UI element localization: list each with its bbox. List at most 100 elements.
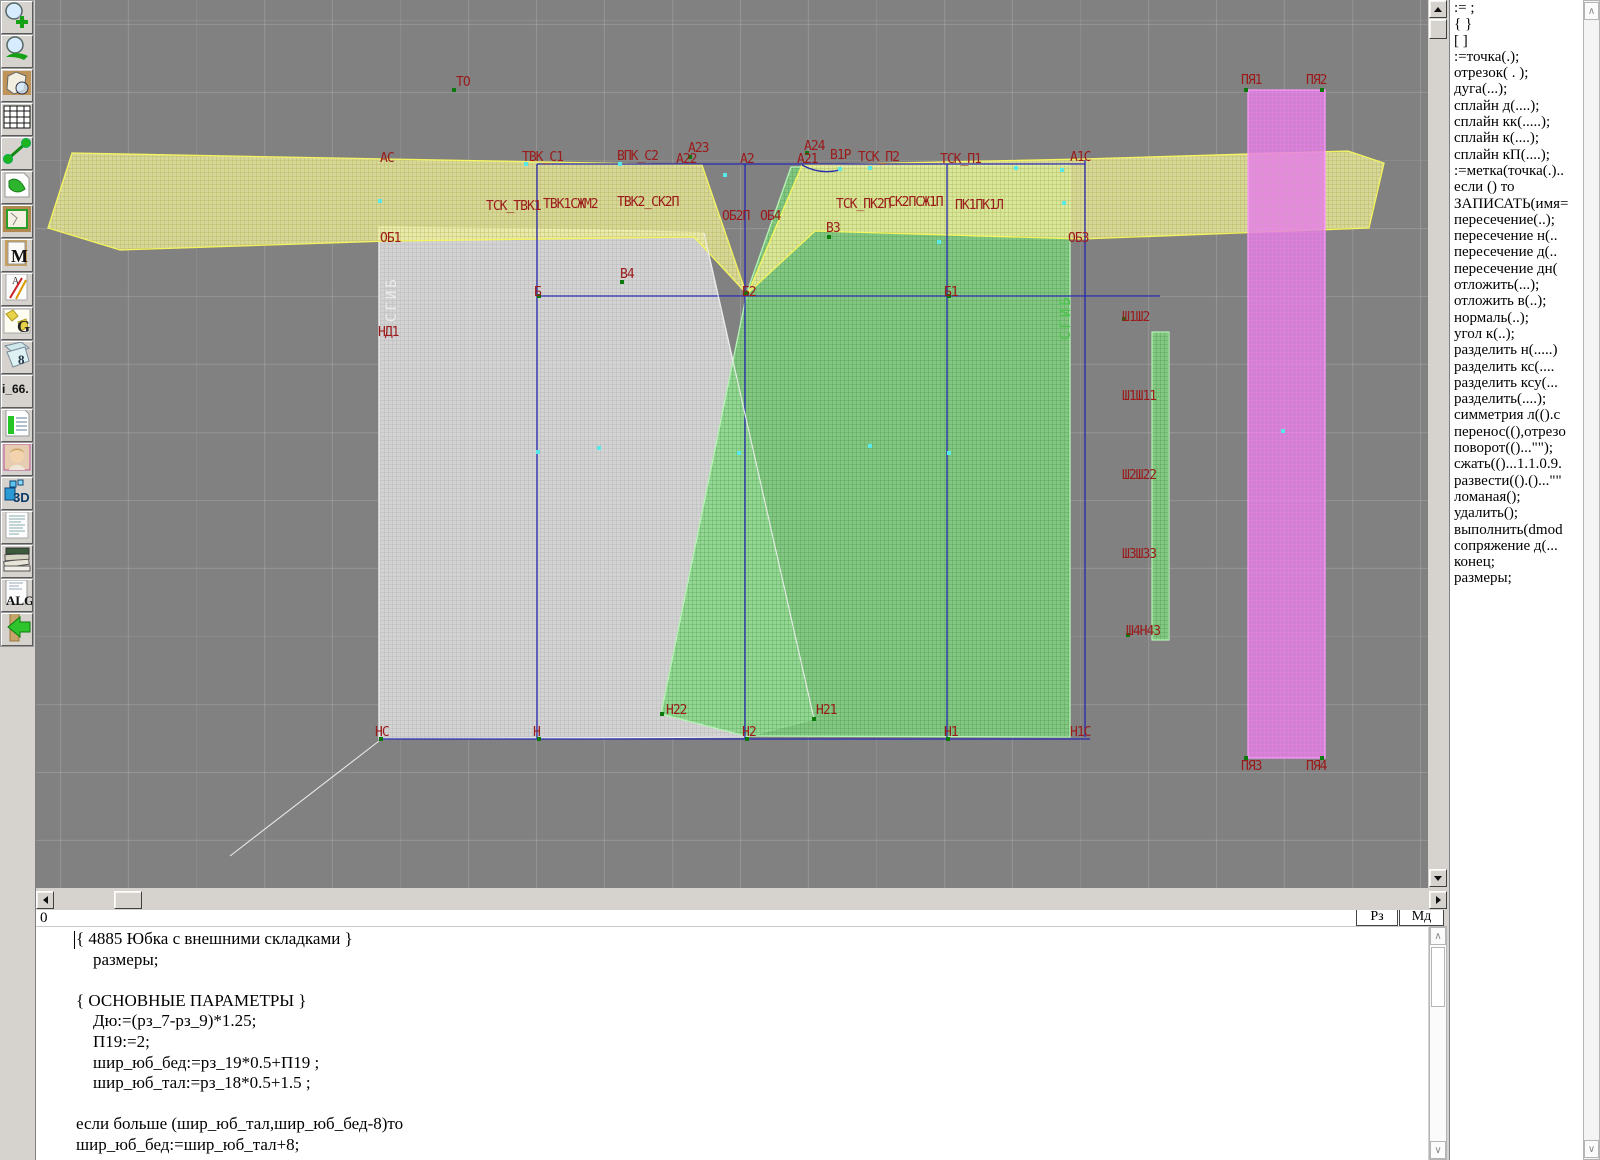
m-document-icon: M <box>2 239 32 272</box>
editor-text: { 4885 Юбка с внешними складками } разме… <box>36 927 1428 1156</box>
toolbar-button-pattern-piece[interactable] <box>1 205 33 238</box>
command-item[interactable]: пересечение д(.. <box>1450 244 1583 260</box>
command-item[interactable]: удалить(); <box>1450 505 1583 521</box>
text-caret <box>74 931 75 949</box>
toolbar-button-i66[interactable]: i_66. <box>1 375 33 408</box>
toolbar-button-map-page[interactable] <box>1 171 33 204</box>
command-item[interactable]: перенос((),отрезо <box>1450 424 1583 440</box>
toolbar-button-measure[interactable] <box>1 137 33 170</box>
chevron-down-icon: ∨ <box>1588 1144 1595 1155</box>
pattern-point-label: ОБ1 <box>380 232 400 245</box>
pattern-point-label: СГИБ <box>1060 294 1073 340</box>
pattern-drawing <box>36 0 1428 888</box>
belt-strip-piece[interactable] <box>1152 332 1169 640</box>
map-page-icon <box>2 171 32 204</box>
command-item[interactable]: пересечение н(.. <box>1450 228 1583 244</box>
editor-scroll-up-button[interactable]: ∧ <box>1430 927 1446 945</box>
pleat-strip-piece[interactable] <box>1248 90 1325 758</box>
command-item[interactable]: сплайн кП(....); <box>1450 147 1583 163</box>
scroll-down-button[interactable] <box>1429 869 1447 887</box>
pattern-point-label: Н22 <box>666 704 686 717</box>
command-item[interactable]: сплайн д(....); <box>1450 98 1583 114</box>
toolbar-button-photo[interactable] <box>1 443 33 476</box>
toolbar-button-g-map[interactable]: G <box>1 307 33 340</box>
status-row: 0 Рз Мд <box>36 910 1428 926</box>
command-item[interactable]: отложить в(..); <box>1450 293 1583 309</box>
toolbar-button-m-document[interactable]: M <box>1 239 33 272</box>
command-item[interactable]: выполнить(dmod <box>1450 522 1583 538</box>
command-item[interactable]: пересечение дн( <box>1450 261 1583 277</box>
command-item[interactable]: разделить(....); <box>1450 391 1583 407</box>
command-item[interactable]: :=метка(точка(.).. <box>1450 163 1583 179</box>
toolbar-button-grid[interactable] <box>1 103 33 136</box>
command-panel: := ;{ }[ ]:=точка(.);отрезок( . );дуга(.… <box>1449 0 1583 1160</box>
pattern-point-label: ОБ3 <box>1068 232 1088 245</box>
pattern-point-label: ПЯ4 <box>1306 760 1326 773</box>
command-item[interactable]: [ ] <box>1450 33 1583 49</box>
rz-button[interactable]: Рз <box>1356 908 1398 926</box>
command-item[interactable]: ломаная(); <box>1450 489 1583 505</box>
toolbar-button-table-chart[interactable] <box>1 409 33 442</box>
hscroll-thumb[interactable] <box>114 891 142 909</box>
editor-scroll-down-button[interactable]: ∨ <box>1430 1141 1446 1159</box>
pattern-point-label: Н21 <box>816 704 836 717</box>
command-item[interactable]: сопряжение д(... <box>1450 538 1583 554</box>
toolbar-button-pattern-preview[interactable] <box>1 69 33 102</box>
toolbar-button-exit[interactable] <box>1 613 33 646</box>
command-item[interactable]: нормаль(..); <box>1450 310 1583 326</box>
command-item[interactable]: :=точка(.); <box>1450 49 1583 65</box>
arrow-up-icon <box>1434 7 1442 12</box>
toolbar-button-drawing-tools[interactable]: А <box>1 273 33 306</box>
command-item[interactable]: отрезок( . ); <box>1450 65 1583 81</box>
command-item[interactable]: сплайн кк(.....); <box>1450 114 1583 130</box>
toolbar-button-3d[interactable]: 3D <box>1 477 33 510</box>
toolbar-button-books[interactable] <box>1 545 33 578</box>
command-item[interactable]: := ; <box>1450 0 1583 16</box>
alg-icon: ALG <box>2 579 32 612</box>
scroll-right-button[interactable] <box>1429 891 1447 909</box>
code-editor[interactable]: { 4885 Юбка с внешними складками } разме… <box>36 926 1428 1160</box>
command-item[interactable]: конец; <box>1450 554 1583 570</box>
command-item[interactable]: поворот(()...""); <box>1450 440 1583 456</box>
pattern-canvas[interactable]: ТОАСТВК_С1ВПК_С2А23А22А2А24А21В1РТСК_П2Т… <box>36 0 1428 888</box>
toolbar-button-alg[interactable]: ALG <box>1 579 33 612</box>
panel-scroll-up-button[interactable]: ∧ <box>1584 2 1599 20</box>
md-button[interactable]: Мд <box>1399 908 1444 926</box>
command-item[interactable]: развести(().()..."" <box>1450 473 1583 489</box>
pattern-point-label: ТО <box>456 76 470 89</box>
pattern-point-label: ПК1ПК1Л <box>955 199 1003 212</box>
panel-scroll-down-button[interactable]: ∨ <box>1584 1140 1599 1158</box>
command-item[interactable]: отложить(...); <box>1450 277 1583 293</box>
command-item[interactable]: ЗАПИСАТЬ(имя= <box>1450 196 1583 212</box>
toolbar-button-zoom-in[interactable] <box>1 1 33 34</box>
command-item[interactable]: симметрия л(().с <box>1450 407 1583 423</box>
toolbar-button-blueprint[interactable]: 8 <box>1 341 33 374</box>
command-item[interactable]: дуга(...); <box>1450 81 1583 97</box>
command-item[interactable]: разделить ксу(... <box>1450 375 1583 391</box>
command-item[interactable]: разделить кс(.... <box>1450 359 1583 375</box>
command-item[interactable]: сплайн к(....); <box>1450 130 1583 146</box>
pattern-point-label: ПЯ2 <box>1306 74 1326 87</box>
arrow-left-icon <box>43 896 48 904</box>
scroll-up-button[interactable] <box>1429 0 1447 18</box>
pattern-point-label: ОБ4 <box>760 210 780 223</box>
scroll-left-button[interactable] <box>36 891 54 909</box>
pattern-point-label: А2 <box>740 153 754 166</box>
pattern-point-label: В3 <box>826 222 840 235</box>
table-chart-icon <box>2 409 32 442</box>
command-item[interactable]: { } <box>1450 16 1583 32</box>
books-icon <box>2 545 32 578</box>
g-map-icon: G <box>2 307 32 340</box>
toolbar-button-zoom-out[interactable] <box>1 35 33 68</box>
pattern-point-label: Б <box>534 286 541 299</box>
vscroll-thumb[interactable] <box>1429 19 1447 39</box>
command-item[interactable]: сжать(()...1.1.0.9. <box>1450 456 1583 472</box>
pattern-point-label: АС <box>380 152 394 165</box>
command-item[interactable]: угол к(..); <box>1450 326 1583 342</box>
command-item[interactable]: размеры; <box>1450 570 1583 586</box>
command-item[interactable]: пересечение(..); <box>1450 212 1583 228</box>
editor-vscroll-thumb[interactable] <box>1431 947 1445 1007</box>
command-item[interactable]: если () то <box>1450 179 1583 195</box>
command-item[interactable]: разделить н(.....) <box>1450 342 1583 358</box>
toolbar-button-text-list[interactable] <box>1 511 33 544</box>
